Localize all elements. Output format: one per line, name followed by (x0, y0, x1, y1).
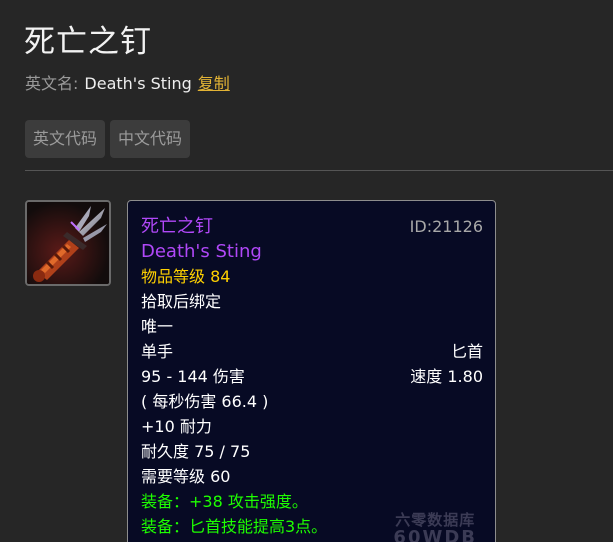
english-name-label: 英文名: (25, 74, 79, 93)
item-id: ID:21126 (409, 217, 483, 236)
item-weapon-type: 匕首 (450, 342, 483, 361)
item-damage: 95 - 144 伤害 (141, 367, 245, 386)
watermark-line-2: 60WDB (393, 527, 477, 542)
watermark-logo: 六零数据库 60WDB (393, 511, 477, 542)
english-name-value: Death's Sting (84, 74, 192, 93)
tab-english-code[interactable]: 英文代码 (25, 120, 106, 158)
dagger-weapon-icon (27, 202, 109, 284)
page-title: 死亡之钉 (24, 24, 152, 60)
item-page: 死亡之钉 英文名: Death's Sting 复制 英文代码 中文代码 死亡之… (0, 0, 613, 542)
tooltip-header-row: 死亡之钉 ID:21126 (141, 214, 483, 239)
item-tooltip: 死亡之钉 ID:21126 Death's Sting 物品等级 84 拾取后绑… (127, 200, 496, 542)
copy-link[interactable]: 复制 (198, 74, 230, 93)
item-icon-frame[interactable] (25, 200, 111, 286)
item-name-cn: 死亡之钉 (141, 216, 213, 237)
code-tabs: 英文代码 中文代码 (25, 120, 191, 158)
item-name-en-row: Death's Sting (141, 239, 483, 264)
damage-row: 95 - 144 伤害 速度 1.80 (141, 364, 483, 389)
english-name-line: 英文名: Death's Sting 复制 (25, 72, 230, 96)
item-bind: 拾取后绑定 (141, 292, 222, 311)
item-speed: 速度 1.80 (410, 367, 483, 386)
item-durability: 耐久度 75 / 75 (141, 442, 251, 461)
item-stat: +10 耐力 (141, 417, 212, 436)
tab-chinese-code[interactable]: 中文代码 (110, 120, 191, 158)
item-dps: ( 每秒伤害 66.4 ) (141, 392, 269, 411)
divider (25, 170, 613, 171)
item-unique: 唯一 (141, 317, 174, 336)
item-slot: 单手 (141, 342, 174, 361)
item-required-level: 需要等级 60 (141, 467, 231, 486)
slot-row: 单手 匕首 (141, 339, 483, 364)
item-level: 物品等级 84 (141, 267, 231, 286)
item-name-en: Death's Sting (141, 241, 262, 262)
